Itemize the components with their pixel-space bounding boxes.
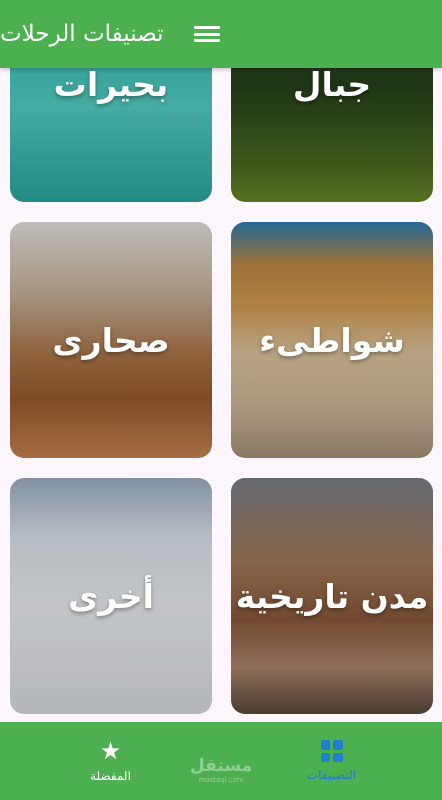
app-bar: تصنيفات الرحلات: [0, 0, 442, 68]
category-card-deserts[interactable]: صحارى: [10, 222, 212, 458]
menu-icon[interactable]: [193, 24, 220, 44]
nav-item-favorites[interactable]: ★ المفضلة: [0, 722, 221, 800]
category-label: بحيرات: [53, 64, 169, 104]
category-card-other[interactable]: أخرى: [10, 478, 212, 714]
grid-icon: [320, 740, 343, 762]
category-label: صحارى: [52, 320, 170, 360]
bottom-navigation: التصنيفات ★ المفضلة: [0, 722, 442, 800]
category-label: أخرى: [68, 576, 154, 616]
category-card-beaches[interactable]: شواطىء: [231, 222, 433, 458]
category-label: جبال: [292, 64, 372, 104]
category-label: شواطىء: [259, 320, 405, 360]
page-title: تصنيفات الرحلات: [0, 21, 164, 47]
nav-item-categories[interactable]: التصنيفات: [221, 722, 442, 800]
category-label: مدن تاريخية: [235, 576, 429, 616]
star-icon: ★: [99, 737, 122, 765]
nav-label: التصنيفات: [306, 768, 357, 782]
category-card-historic-cities[interactable]: مدن تاريخية: [231, 478, 433, 714]
nav-label: المفضلة: [90, 769, 131, 783]
categories-grid: بحيرات جبال صحارى شواطىء أخرى مدن تاريخي…: [0, 0, 442, 722]
